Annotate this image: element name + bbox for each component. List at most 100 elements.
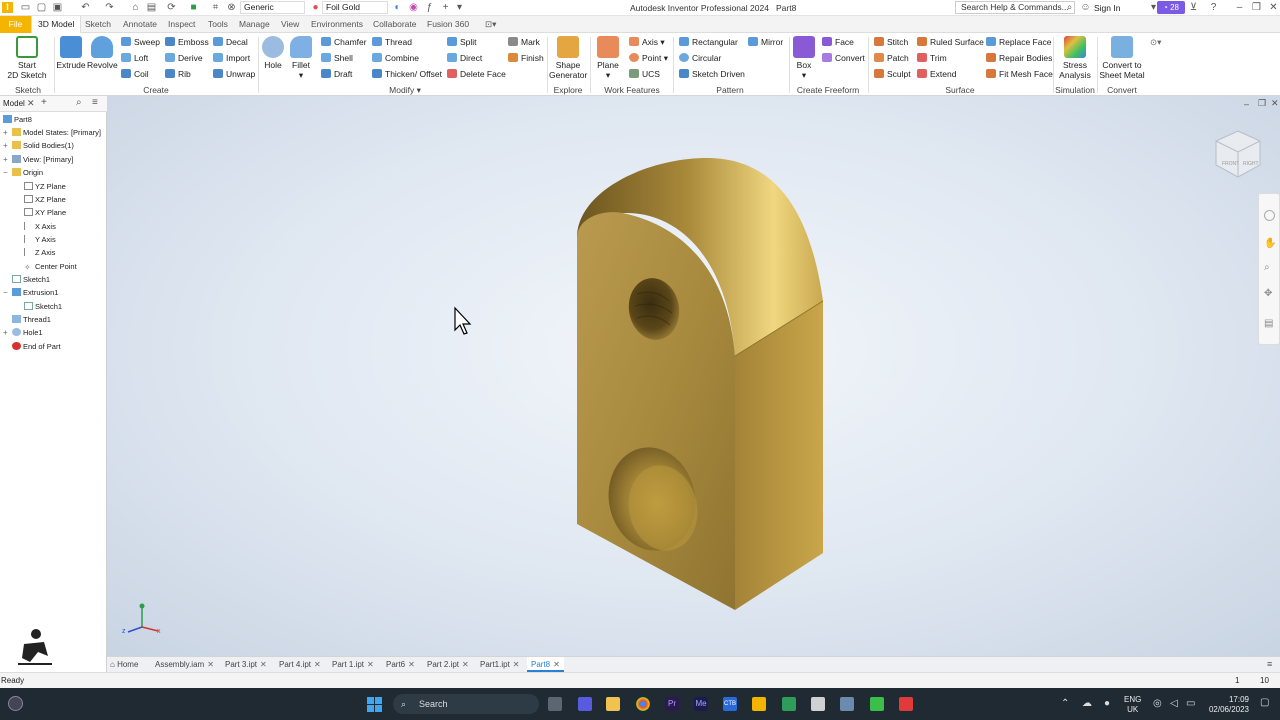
fx-icon[interactable]: ƒ [424,2,435,13]
material-browser-icon[interactable]: ● [310,2,321,13]
convert-to-sheet-metal-button[interactable]: Convert to Sheet Metal [1099,36,1145,80]
fit-mesh-face-button[interactable]: Fit Mesh Face [986,69,1053,79]
open-folder-icon[interactable]: ▢ [36,2,47,13]
user-icon[interactable]: ☺ [1080,2,1091,13]
tab-file[interactable]: File [0,16,31,33]
tree-item-solid-bodies[interactable]: Solid Bodies(1) [12,141,74,150]
doc-tab-part6[interactable]: Part6 ✕ [386,660,415,669]
new-file-icon[interactable]: ▭ [20,2,31,13]
axis-button[interactable]: Axis ▾ [629,37,665,48]
browser-tab-model[interactable]: Model [3,99,25,108]
microphone-icon[interactable]: ● [1104,698,1110,709]
tree-item-center-point[interactable]: ✧ Center Point [24,262,77,272]
extend-button[interactable]: Extend [917,69,956,79]
tree-item-model-states[interactable]: Model States: [Primary] [12,128,101,137]
view-cube-icon[interactable]: FRONT RIGHT [1210,125,1266,183]
fillet-button[interactable]: Fillet ▾ [289,36,313,80]
tab-fusion-360[interactable]: Fusion 360 [427,19,469,29]
tab-sketch[interactable]: Sketch [85,19,111,29]
direct-button[interactable]: Direct [447,53,482,63]
volume-icon[interactable]: ◁ [1170,698,1178,709]
sweep-button[interactable]: Sweep [121,37,160,47]
close-icon[interactable]: ✕ [260,660,267,669]
close-icon[interactable]: ✕ [462,660,469,669]
hole-button[interactable]: Hole [261,36,285,70]
network-icon[interactable]: ◎ [1153,698,1162,709]
sketch-driven-pattern-button[interactable]: Sketch Driven [679,69,745,79]
cloud-icon[interactable]: ☁ [1082,698,1092,709]
tree-item-extrusion1[interactable]: Extrusion1 [12,288,58,297]
teams-icon[interactable] [578,697,592,711]
patch-button[interactable]: Patch [874,53,909,63]
repair-bodies-button[interactable]: Repair Bodies [986,53,1052,63]
ucs-button[interactable]: UCS [629,69,660,79]
extrude-button[interactable]: Extrude [56,36,86,70]
freeform-face-button[interactable]: Face [822,37,854,47]
app-game-icon[interactable] [811,697,825,711]
restore-icon[interactable]: ❐ [1251,2,1262,13]
select-icon[interactable]: ■ [188,2,199,13]
coil-button[interactable]: Coil [121,69,149,79]
pan-icon[interactable]: ✋ [1264,238,1276,249]
graphics-viewport[interactable]: x z – ❐ ✕ [107,96,1280,656]
delete-face-button[interactable]: Delete Face [447,69,506,79]
tree-item-sketch1[interactable]: Sketch1 [12,275,50,284]
ctb-app-icon[interactable]: CTB [723,697,737,711]
help-icon[interactable]: ? [1208,2,1219,13]
tree-item-thread1[interactable]: Thread1 [12,315,51,324]
notifications-icon[interactable]: ▢ [1260,697,1269,708]
tree-item-end-of-part[interactable]: End of Part [12,342,61,351]
save-icon[interactable]: ▣ [52,2,63,13]
chamfer-button[interactable]: Chamfer [321,37,367,47]
stitch-button[interactable]: Stitch [874,37,908,47]
close-icon[interactable]: ✕ [207,660,214,669]
thicken-offset-button[interactable]: Thicken/ Offset [372,69,442,79]
rectangular-pattern-button[interactable]: Rectangular [679,37,738,47]
tab-3d-model[interactable]: 3D Model [31,16,82,33]
revolve-button[interactable]: Revolve [87,36,118,70]
circular-pattern-button[interactable]: Circular [679,53,721,63]
widgets-icon[interactable] [8,696,23,711]
tree-item-y-axis[interactable]: Y Axis [24,235,56,244]
home-icon[interactable]: ⌂ [130,2,141,13]
tree-item-hole1[interactable]: Hole1 [12,328,43,337]
expand-icon[interactable]: + [3,328,8,337]
tree-item-xy-plane[interactable]: XY Plane [24,208,66,217]
tab-menu-icon[interactable]: ≡ [1267,659,1272,669]
update-icon[interactable]: ⟳ [166,2,177,13]
stress-analysis-button[interactable]: Stress Analysis [1056,36,1094,80]
mirror-button[interactable]: Mirror [748,37,783,47]
app-v-icon[interactable] [782,697,796,711]
menu-icon[interactable]: ≡ [92,97,98,108]
close-icon[interactable]: ✕ [408,660,415,669]
appearance-select[interactable]: Generic [240,1,305,14]
import-button[interactable]: Import [213,53,250,63]
clock[interactable]: 17:09 02/06/2023 [1203,695,1249,715]
tab-options-icon[interactable]: ⊡▾ [485,19,496,30]
windows-start-icon[interactable] [367,697,382,712]
expand-icon[interactable]: + [3,128,8,137]
emboss-button[interactable]: Emboss [165,37,209,47]
start-2d-sketch-button[interactable]: Start 2D Sketch [6,36,48,80]
doc-tab-part3[interactable]: Part 3.ipt ✕ [225,660,267,669]
measure-icon[interactable]: ⌗ [210,2,221,13]
close-icon[interactable]: ✕ [553,660,560,669]
loft-button[interactable]: Loft [121,53,148,63]
tree-item-origin[interactable]: Origin [12,168,43,177]
tab-manage[interactable]: Manage [239,19,270,29]
close-icon[interactable]: ✕ [27,98,35,109]
shell-button[interactable]: Shell [321,53,353,63]
doc-tab-part1-ipt[interactable]: Part1.ipt ✕ [480,660,520,669]
unwrap-button[interactable]: Unwrap [213,69,255,79]
sculpt-button[interactable]: Sculpt [874,69,911,79]
split-button[interactable]: Split [447,37,477,47]
viewport-close-icon[interactable]: ✕ [1271,98,1279,109]
ribbon-options-icon[interactable]: ⊙▾ [1150,37,1161,48]
doc-tab-home[interactable]: ⌂ Home [110,660,138,669]
rib-button[interactable]: Rib [165,69,191,79]
search-input[interactable]: Search Help & Commands... [955,1,1075,14]
undo-icon[interactable]: ↶ [80,2,91,13]
tree-item-part[interactable]: Part8 [3,115,32,124]
trim-button[interactable]: Trim [917,53,947,63]
premiere-icon[interactable]: Pr [665,697,679,711]
